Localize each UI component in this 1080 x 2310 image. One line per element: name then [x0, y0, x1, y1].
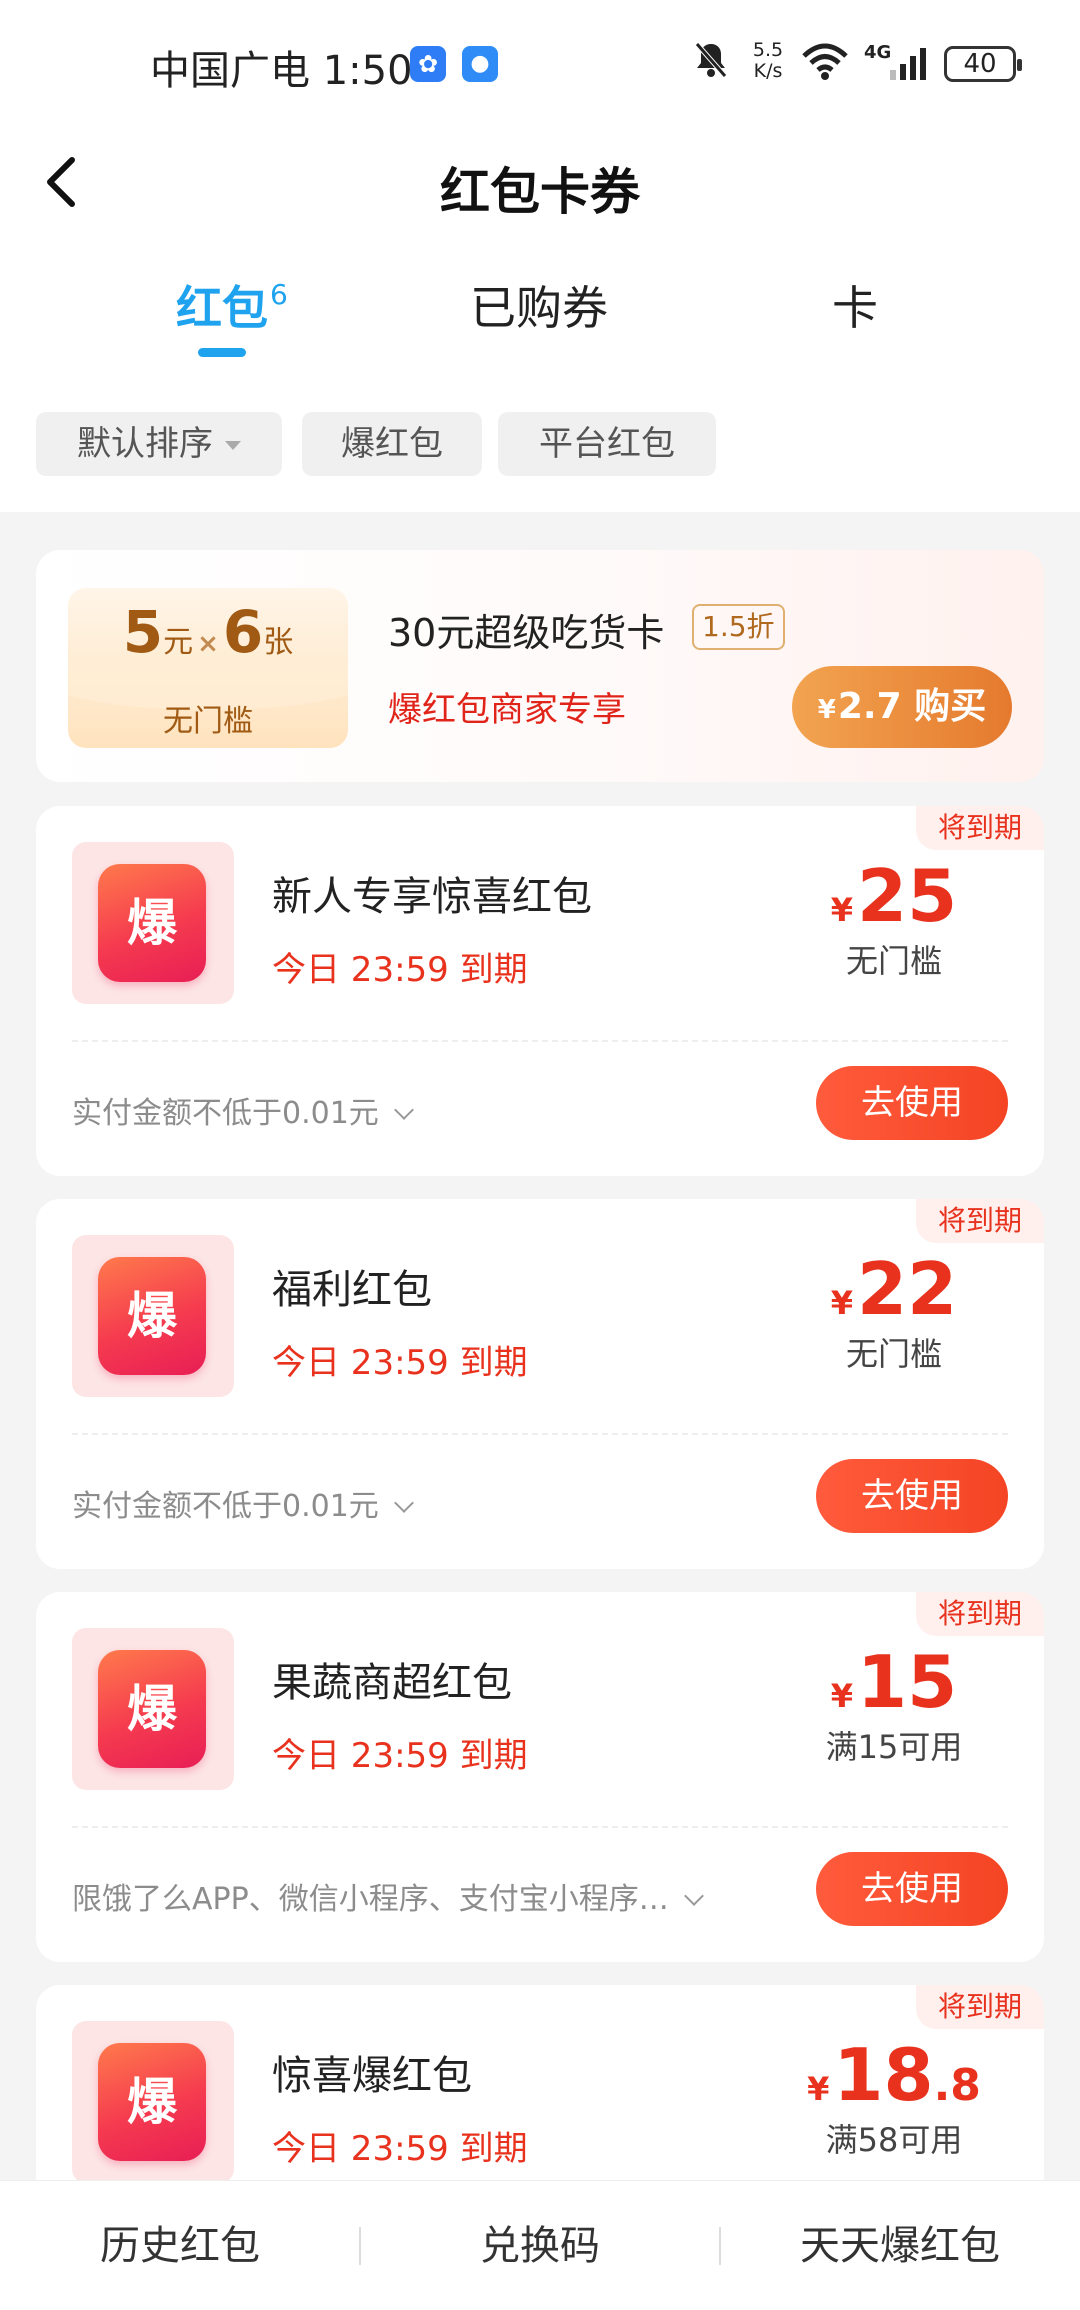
use-coupon-button[interactable]: 去使用	[816, 1459, 1008, 1533]
coupon-currency: ¥	[830, 1284, 854, 1322]
bottom-bar: 历史红包 兑换码 天天爆红包	[0, 2180, 1080, 2310]
use-coupon-button[interactable]: 去使用	[816, 1066, 1008, 1140]
coupon-expire: 今日 23:59 到期	[272, 1736, 528, 1776]
coupon-logo: 爆	[72, 1628, 234, 1790]
coupon-expire: 今日 23:59 到期	[272, 950, 528, 990]
tab-active-indicator	[198, 348, 246, 357]
coupon-logo: 爆	[72, 1235, 234, 1397]
expiring-tag: 将到期	[915, 1985, 1044, 2029]
expiring-tag: 将到期	[915, 1592, 1044, 1636]
status-bar: 中国广电 1:50 ✿ ● 5.5 K/s 4G 40	[0, 0, 1080, 120]
bao-logo-icon: 爆	[98, 1650, 206, 1768]
filter-sort-label: 默认排序	[77, 424, 213, 464]
use-coupon-button[interactable]: 去使用	[816, 1852, 1008, 1926]
network-speed-unit: K/s	[753, 60, 783, 82]
coupon-amount-decimal: .8	[933, 2060, 981, 2111]
network-speed-value: 5.5	[752, 39, 784, 61]
promo-count: 6	[222, 598, 264, 666]
battery-icon: 40	[944, 46, 1022, 82]
daily-bao-hongbao-button[interactable]: 天天爆红包	[720, 2181, 1080, 2310]
network-speed: 5.5 K/s	[748, 40, 788, 82]
bao-logo-icon: 爆	[98, 1257, 206, 1375]
message-notification-icon: ●	[462, 46, 498, 82]
coupon-price: ¥25	[794, 854, 994, 938]
carrier-label: 中国广电	[150, 48, 310, 94]
filter-sort-dropdown[interactable]: 默认排序	[36, 412, 282, 476]
coupon-rule: 实付金额不低于0.01元	[72, 1096, 379, 1131]
promo-ticket-amount: 5元 ×6张	[68, 598, 348, 666]
coupon-currency: ¥	[830, 891, 854, 929]
coupon-condition: 满58可用	[825, 2121, 963, 2159]
clock: 1:50	[322, 48, 413, 94]
bao-logo-icon: 爆	[98, 2043, 206, 2161]
promo-card[interactable]: 5元 ×6张 无门槛 30元超级吃货卡 1.5折 爆红包商家专享 ¥2.7 购买	[36, 550, 1044, 782]
coupon-card[interactable]: 将到期 爆 福利红包 今日 23:59 到期 ¥22 无门槛 实付金额不低于0.…	[36, 1199, 1044, 1569]
coupon-name: 新人专享惊喜红包	[272, 874, 592, 920]
coupon-rule-toggle[interactable]: 实付金额不低于0.01元	[72, 1481, 414, 1525]
chevron-down-icon	[393, 1100, 414, 1120]
coupon-price: ¥18.8	[794, 2033, 994, 2117]
tab-hongbao-badge: 6	[270, 278, 288, 311]
promo-count-unit: 张	[263, 625, 294, 660]
coupon-price: ¥15	[794, 1640, 994, 1724]
status-carrier-time: 中国广电 1:50	[150, 38, 413, 96]
coupon-currency: ¥	[830, 1677, 854, 1715]
coupon-expire: 今日 23:59 到期	[272, 1343, 528, 1383]
promo-amount-unit: 元	[163, 625, 194, 660]
redeem-code-button[interactable]: 兑换码	[360, 2181, 720, 2310]
coupon-name: 福利红包	[272, 1267, 432, 1313]
coupon-condition: 无门槛	[845, 942, 942, 980]
coupon-rule: 实付金额不低于0.01元	[72, 1489, 379, 1524]
tab-cards[interactable]: 卡	[832, 272, 878, 338]
promo-description: 爆红包商家专享	[388, 690, 626, 730]
promo-btn-price: 2.7	[837, 686, 902, 727]
coupon-divider	[72, 1433, 1008, 1435]
coupon-rule-toggle[interactable]: 实付金额不低于0.01元	[72, 1088, 414, 1132]
promo-buy-button[interactable]: ¥2.7 购买	[792, 666, 1012, 748]
promo-amount: 5	[122, 598, 164, 666]
signal-icon	[888, 42, 934, 86]
tab-hongbao[interactable]: 红包	[176, 272, 268, 338]
promo-title: 30元超级吃货卡	[388, 611, 665, 655]
bao-logo-icon: 爆	[98, 864, 206, 982]
coupon-logo: 爆	[72, 842, 234, 1004]
caret-down-icon	[225, 441, 241, 450]
promo-times: ×	[197, 629, 219, 659]
filter-platform-hongbao[interactable]: 平台红包	[498, 412, 716, 476]
coupon-price: ¥22	[794, 1247, 994, 1331]
coupon-amount: 25	[857, 854, 958, 938]
mute-bell-icon	[694, 40, 728, 89]
tab-purchased-coupons[interactable]: 已购券	[470, 272, 608, 338]
page-title: 红包卡券	[440, 163, 640, 221]
coupon-amount: 18	[833, 2033, 934, 2117]
chevron-down-icon	[683, 1886, 704, 1906]
promo-btn-currency: ¥	[817, 695, 836, 725]
expiring-tag: 将到期	[915, 1199, 1044, 1243]
coupon-condition: 无门槛	[845, 1335, 942, 1373]
promo-ticket-threshold: 无门槛	[163, 704, 253, 739]
promo-ticket: 5元 ×6张 无门槛	[68, 588, 348, 748]
promo-btn-action: 购买	[914, 686, 987, 727]
filter-bao-hongbao[interactable]: 爆红包	[302, 412, 482, 476]
coupon-expire: 今日 23:59 到期	[272, 2129, 528, 2169]
coupon-divider	[72, 1826, 1008, 1828]
coupon-logo: 爆	[72, 2021, 234, 2183]
coupon-rule: 限饿了么APP、微信小程序、支付宝小程序…	[72, 1882, 669, 1917]
coupon-rule-toggle[interactable]: 限饿了么APP、微信小程序、支付宝小程序…	[72, 1874, 704, 1918]
coupon-currency: ¥	[807, 2070, 830, 2108]
chevron-down-icon	[393, 1493, 414, 1513]
coupon-name: 惊喜爆红包	[272, 2053, 472, 2099]
app-notification-icon: ✿	[410, 46, 446, 82]
coupon-card[interactable]: 将到期 爆 果蔬商超红包 今日 23:59 到期 ¥15 满15可用 限饿了么A…	[36, 1592, 1044, 1962]
promo-discount-badge: 1.5折	[692, 604, 785, 650]
coupon-amount: 15	[857, 1640, 958, 1724]
coupon-amount: 22	[857, 1247, 958, 1331]
coupon-card[interactable]: 将到期 爆 新人专享惊喜红包 今日 23:59 到期 ¥25 无门槛 实付金额不…	[36, 806, 1044, 1176]
coupon-name: 果蔬商超红包	[272, 1660, 512, 1706]
coupon-condition: 满15可用	[825, 1728, 963, 1766]
history-hongbao-button[interactable]: 历史红包	[0, 2181, 360, 2310]
wifi-icon	[800, 42, 850, 86]
expiring-tag: 将到期	[915, 806, 1044, 850]
coupon-divider	[72, 1040, 1008, 1042]
